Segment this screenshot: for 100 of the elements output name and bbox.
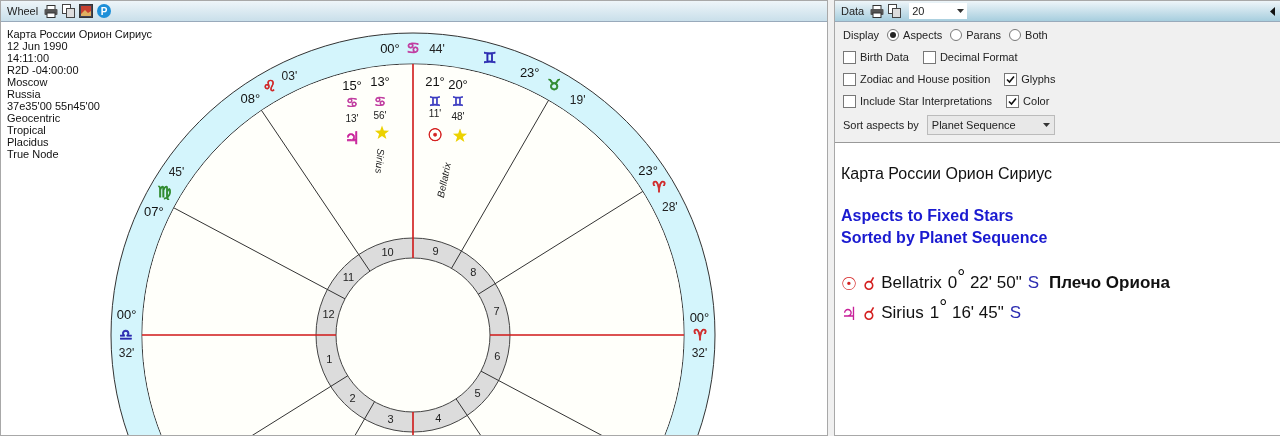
- point-minute: 13': [345, 112, 359, 124]
- copy-icon[interactable]: [888, 4, 902, 18]
- cusp-degree: 08°: [240, 91, 261, 106]
- print-icon[interactable]: [44, 4, 59, 18]
- report-heading: Sorted by Planet Sequence: [841, 228, 1049, 248]
- checkbox[interactable]: [843, 94, 856, 108]
- house-number: 11: [342, 270, 355, 283]
- point-degree: 20°: [448, 76, 468, 92]
- checkbox[interactable]: [843, 50, 856, 64]
- house-number: 12: [322, 307, 335, 320]
- house-number: 2: [349, 391, 356, 404]
- house-number: 4: [435, 412, 442, 425]
- caret-icon: [957, 9, 965, 13]
- aspect-glyph: ☌: [863, 302, 876, 324]
- chart-info-line: Placidus: [7, 136, 50, 148]
- p-button[interactable]: P: [97, 4, 112, 18]
- sort-dropdown[interactable]: Planet Sequence: [926, 115, 1055, 135]
- cusp-degree: 07°: [144, 203, 164, 219]
- checkbox-option[interactable]: Glyphs: [1004, 72, 1056, 86]
- chart-info-line: 14:11:00: [7, 52, 50, 64]
- chart-info-line: R2D -04:00:00: [7, 64, 80, 76]
- sign-glyph: ♍: [157, 182, 172, 201]
- house-number: 7: [493, 305, 500, 317]
- chart-info-line: Russia: [7, 88, 42, 100]
- radio-icon[interactable]: [1009, 29, 1022, 41]
- planet-glyph: ☉: [841, 272, 858, 294]
- checkbox-option[interactable]: Birth Data: [843, 50, 909, 64]
- house-number: 5: [474, 387, 481, 400]
- checkbox-option[interactable]: Color: [1006, 94, 1050, 108]
- planet-glyph: ☉: [427, 125, 443, 145]
- checkbox[interactable]: [1004, 72, 1018, 86]
- chart-info-line: Tropical: [7, 124, 47, 136]
- chart-info-line: True Node: [7, 148, 60, 160]
- cusp-degree: 00°: [689, 310, 710, 325]
- point-degree: 21°: [425, 73, 445, 89]
- display-label: Display: [843, 29, 880, 41]
- checkbox-option[interactable]: Zodiac and House position: [843, 72, 991, 86]
- caret-icon: [1042, 123, 1050, 127]
- sign-glyph: ♊: [429, 93, 441, 109]
- checkbox-option[interactable]: Decimal Format: [922, 50, 1018, 64]
- chart-info-line: Geocentric: [7, 112, 62, 124]
- cusp-minute: 32': [118, 345, 135, 360]
- print-icon[interactable]: [870, 4, 885, 18]
- cusp-minute: 03': [281, 68, 298, 83]
- sign-glyph: ♋: [374, 93, 386, 109]
- sign-glyph: ♊: [482, 49, 497, 68]
- report-heading: Aspects to Fixed Stars: [841, 206, 1015, 226]
- aspect-direction: S: [1027, 273, 1040, 293]
- count-dropdown[interactable]: 20: [909, 3, 968, 19]
- radio-option[interactable]: Parans: [950, 29, 1002, 41]
- checkbox-option[interactable]: Include Star Interpretations: [843, 94, 993, 108]
- checkbox[interactable]: [843, 72, 856, 86]
- report-title: Карта России Орион Сириус: [841, 165, 1054, 183]
- sign-glyph: ♈: [652, 178, 666, 197]
- sort-label: Sort aspects by: [843, 119, 919, 131]
- cusp-degree: 00°: [116, 307, 137, 323]
- cusp-degree: 00°: [380, 41, 400, 57]
- chart-info-line: Moscow: [7, 76, 49, 88]
- star-icon: [374, 125, 390, 140]
- chart-info-line: 37e35'00 55n45'00: [7, 100, 101, 112]
- star-icon: [452, 128, 468, 143]
- star-name: Bellatrix: [434, 161, 454, 199]
- collapse-icon[interactable]: [1270, 6, 1275, 16]
- planet-glyph: ♃: [344, 128, 360, 148]
- cusp-degree: 23°: [519, 65, 540, 81]
- chart-info-line: Карта России Орион Сириус: [7, 28, 153, 40]
- image-icon[interactable]: [79, 4, 94, 18]
- panel-title: Data: [841, 5, 865, 17]
- copy-icon[interactable]: [62, 4, 76, 18]
- sign-glyph: ♉: [547, 76, 562, 95]
- checkbox[interactable]: [922, 50, 936, 64]
- star-note: Плечо Ориона: [1049, 273, 1171, 293]
- house-number: 9: [432, 244, 439, 257]
- house-number: 10: [381, 245, 394, 258]
- radio-icon[interactable]: [950, 29, 963, 41]
- cusp-minute: 32': [691, 345, 708, 360]
- house-number: 8: [470, 266, 477, 279]
- chart-info-line: 12 Jun 1990: [7, 40, 69, 52]
- aspect-glyph: ☌: [863, 272, 876, 294]
- star-name: Bellatrix: [881, 273, 942, 293]
- sign-glyph: ♈: [693, 326, 707, 344]
- point-minute: 11': [428, 107, 442, 119]
- sign-glyph: ♎: [119, 326, 133, 344]
- cusp-degree: 23°: [638, 162, 658, 178]
- panel-title: Wheel: [7, 5, 39, 17]
- sign-glyph: ♊: [452, 93, 464, 109]
- cusp-minute: 28': [662, 199, 678, 214]
- radio-icon[interactable]: [887, 29, 900, 41]
- checkbox[interactable]: [1006, 94, 1020, 108]
- sign-glyph: ♋: [406, 39, 420, 57]
- star-name: Sirius: [881, 303, 924, 323]
- radio-option[interactable]: Both: [1009, 29, 1048, 41]
- point-minute: 56': [373, 109, 387, 121]
- house-number: 3: [387, 413, 394, 426]
- planet-glyph: ♃: [841, 302, 858, 324]
- point-degree: 15°: [342, 77, 362, 93]
- cusp-minute: 19': [569, 92, 586, 107]
- house-number: 1: [326, 353, 333, 365]
- radio-option[interactable]: Aspects: [887, 29, 943, 41]
- cusp-minute: 45': [168, 165, 185, 180]
